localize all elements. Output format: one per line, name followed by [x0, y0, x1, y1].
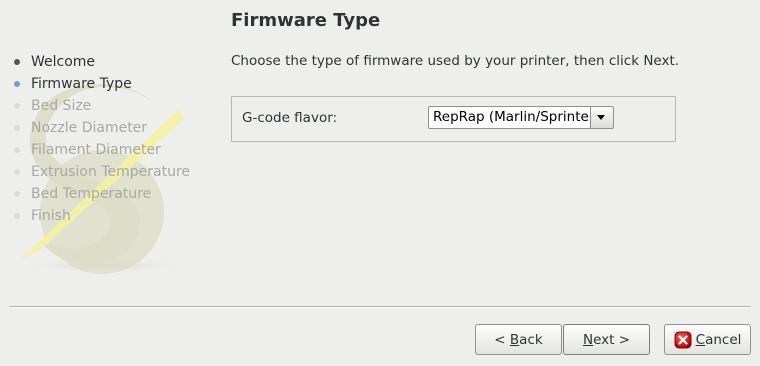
- back-mnemonic: B: [509, 331, 520, 348]
- chevron-down-icon: [597, 115, 605, 120]
- step-bullet-icon: [14, 59, 20, 65]
- cancel-icon: [674, 331, 692, 348]
- step-bullet-icon: [14, 103, 20, 109]
- next-button[interactable]: Next >: [563, 324, 650, 355]
- cancel-mnemonic: C: [695, 331, 706, 348]
- step-bullet-icon: [14, 147, 20, 153]
- cancel-label-rest: ancel: [705, 331, 742, 348]
- gcode-flavor-combo[interactable]: RepRap (Marlin/Sprinter): [428, 106, 618, 131]
- gcode-flavor-dropdown-button[interactable]: [591, 106, 614, 129]
- next-mnemonic: N: [582, 331, 594, 348]
- firmware-options-frame: G-code flavor: RepRap (Marlin/Sprinter): [231, 96, 676, 142]
- page-title: Firmware Type: [231, 10, 381, 31]
- step-bullet-icon: [14, 191, 20, 197]
- step-label: Finish: [31, 208, 71, 224]
- next-label-rest: ext >: [593, 331, 631, 348]
- step-label: Welcome: [31, 54, 96, 70]
- step-bullet-icon: [14, 125, 20, 131]
- button-separator: [9, 306, 751, 308]
- step-firmware-type: Firmware Type: [12, 74, 190, 96]
- config-wizard: Firmware Type Welcome Firmware Type Bed …: [0, 0, 760, 366]
- step-bullet-icon: [14, 169, 20, 175]
- step-welcome: Welcome: [12, 52, 190, 74]
- step-bed-temperature: Bed Temperature: [12, 184, 190, 206]
- gcode-flavor-label: G-code flavor:: [242, 110, 338, 126]
- step-label: Nozzle Diameter: [31, 120, 148, 136]
- step-nozzle-diameter: Nozzle Diameter: [12, 118, 190, 140]
- step-label: Bed Size: [31, 98, 92, 114]
- step-bullet-icon: [14, 81, 20, 87]
- step-bullet-icon: [14, 213, 20, 219]
- step-finish: Finish: [12, 206, 190, 228]
- step-label: Bed Temperature: [31, 186, 152, 202]
- step-bed-size: Bed Size: [12, 96, 190, 118]
- step-filament-diameter: Filament Diameter: [12, 140, 190, 162]
- step-label: Extrusion Temperature: [31, 164, 191, 180]
- back-label-rest: ack: [519, 331, 543, 348]
- step-label: Firmware Type: [31, 76, 132, 92]
- gcode-flavor-value[interactable]: RepRap (Marlin/Sprinter): [428, 106, 591, 129]
- instructions-text: Choose the type of firmware used by your…: [231, 53, 680, 69]
- back-button[interactable]: < Back: [475, 324, 562, 355]
- step-extrusion-temperature: Extrusion Temperature: [12, 162, 190, 184]
- back-prefix: <: [494, 331, 510, 348]
- step-label: Filament Diameter: [31, 142, 161, 158]
- wizard-step-list: Welcome Firmware Type Bed Size Nozzle Di…: [12, 52, 190, 228]
- cancel-button[interactable]: Cancel: [664, 324, 751, 355]
